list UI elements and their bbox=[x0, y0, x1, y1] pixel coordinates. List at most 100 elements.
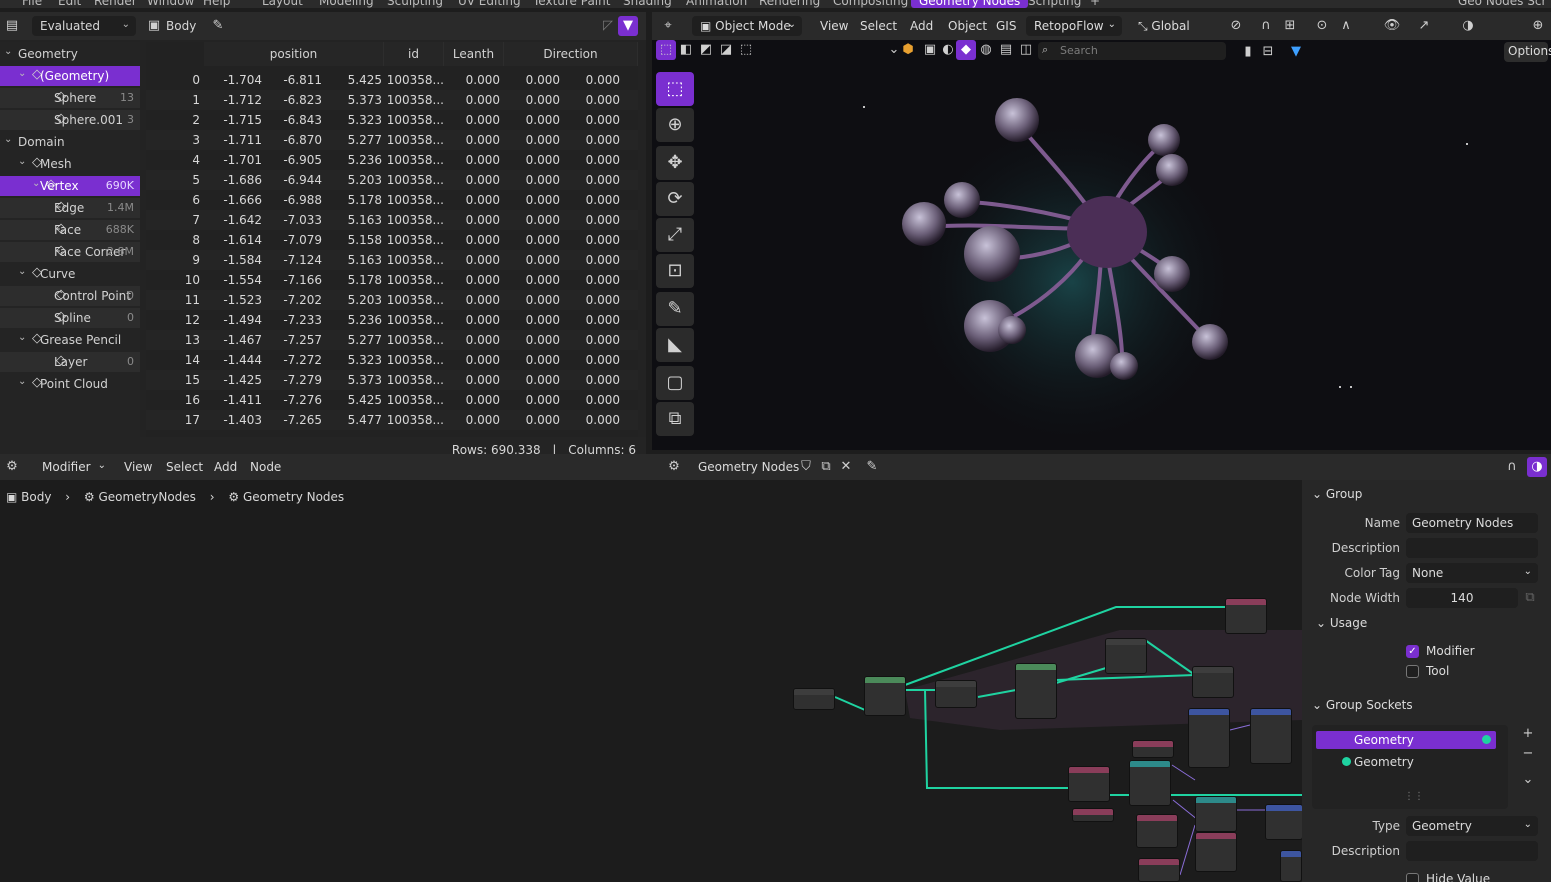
description-field[interactable] bbox=[1406, 538, 1538, 558]
type-dropdown[interactable]: Geometry ⌄ bbox=[1406, 816, 1538, 836]
workspace-tab-animation[interactable]: Animation bbox=[686, 0, 747, 8]
options-button[interactable]: Options bbox=[1504, 42, 1551, 62]
position-node[interactable] bbox=[1132, 740, 1174, 758]
menu-view[interactable]: View bbox=[116, 457, 160, 477]
column-header-direction[interactable]: Direction bbox=[504, 42, 638, 66]
snap-mode-icon[interactable]: ⊞ bbox=[1280, 16, 1300, 36]
node-group-node[interactable] bbox=[1015, 663, 1057, 719]
proportional-icon[interactable]: ⊙ bbox=[1312, 16, 1332, 36]
editor-type-icon[interactable]: ⌖ bbox=[658, 16, 678, 36]
measure-tool-icon[interactable]: ◣ bbox=[656, 328, 694, 362]
menu-help[interactable]: Help bbox=[203, 0, 230, 8]
editor-type-icon[interactable]: ⚙ bbox=[2, 457, 22, 477]
mix-node[interactable] bbox=[1188, 708, 1230, 768]
duplicate-icon[interactable]: ⧉ bbox=[816, 457, 836, 477]
object-type-curve-icon[interactable]: ◐ bbox=[938, 40, 958, 60]
table-row[interactable]: 12 -1.494 -7.233 5.236 100358... 0.000 0.000 0.… bbox=[146, 310, 638, 330]
material-icon[interactable]: ⬢ bbox=[898, 40, 918, 60]
menu-object[interactable]: Object bbox=[940, 16, 995, 36]
socket-description-field[interactable] bbox=[1406, 841, 1538, 861]
remove-socket-icon[interactable]: − bbox=[1518, 744, 1538, 764]
overlay-icon[interactable]: ◑ bbox=[1527, 457, 1547, 477]
tree-item[interactable]: ⌄ ◇ Vertex 690K bbox=[0, 176, 140, 196]
shading-wireframe-icon[interactable]: ⊕ bbox=[1528, 16, 1548, 36]
socket-item-input[interactable]: Geometry bbox=[1316, 753, 1496, 771]
table-row[interactable]: 13 -1.467 -7.257 5.277 100358... 0.000 0.000 0.… bbox=[146, 330, 638, 350]
menu-node[interactable]: Node bbox=[242, 457, 289, 477]
filter-selected-icon[interactable]: ◸ bbox=[598, 16, 618, 36]
tree-item[interactable]: ◇ Control Point 0 bbox=[0, 286, 140, 306]
falloff-icon[interactable]: ∧ bbox=[1336, 16, 1356, 36]
modifier-checkbox[interactable]: ✓ bbox=[1406, 645, 1419, 658]
select-box-icon[interactable]: ⬚ bbox=[656, 40, 676, 60]
sockets-section-header[interactable]: ⌄ Group Sockets bbox=[1312, 698, 1413, 712]
hide-value-checkbox[interactable] bbox=[1406, 873, 1419, 882]
repeat-node[interactable] bbox=[1192, 666, 1234, 698]
pin-icon[interactable]: ✎ bbox=[862, 457, 882, 477]
workspace-tab-compositing[interactable]: Compositing bbox=[833, 0, 908, 8]
select-tool-icon[interactable]: ⬚ bbox=[656, 72, 694, 106]
table-row[interactable]: 17 -1.403 -7.265 5.477 100358... 0.000 0.000 0.… bbox=[146, 410, 638, 430]
chevron-down-icon[interactable]: ⌄ bbox=[18, 156, 26, 167]
overlay-icon[interactable]: ◑ bbox=[1458, 16, 1478, 36]
named-attribute-node-3[interactable] bbox=[1136, 814, 1178, 848]
tree-item[interactable]: ⌄ ◇ Grease Pencil bbox=[0, 330, 140, 350]
select-subtract-icon[interactable]: ◩ bbox=[696, 40, 716, 60]
node-mode-dropdown[interactable]: Modifier ⌄ bbox=[34, 457, 110, 477]
tree-item[interactable]: ◇ Face 688K bbox=[0, 220, 140, 240]
tree-item[interactable]: ◇ Sphere 13 bbox=[0, 88, 140, 108]
transform-pivot-tool-icon[interactable]: ⧉ bbox=[656, 402, 694, 436]
menu-select[interactable]: Select bbox=[852, 16, 905, 36]
menu-window[interactable]: Window bbox=[147, 0, 194, 8]
table-row[interactable]: 3 -1.711 -6.870 5.277 100358... 0.000 0.000 0.0… bbox=[146, 130, 638, 150]
table-row[interactable]: 9 -1.584 -7.124 5.163 100358... 0.000 0.000 0.0… bbox=[146, 250, 638, 270]
rotate-tool-icon[interactable]: ⟳ bbox=[656, 182, 694, 216]
offset-point-node[interactable] bbox=[1068, 766, 1110, 802]
table-row[interactable]: 6 -1.666 -6.988 5.178 100358... 0.000 0.000 0.0… bbox=[146, 190, 638, 210]
named-attribute-node-4[interactable] bbox=[1195, 832, 1237, 872]
chevron-down-icon[interactable]: ⌄ bbox=[4, 46, 12, 57]
column-header-position[interactable]: position bbox=[204, 42, 384, 66]
column-header-leanth[interactable]: Leanth bbox=[444, 42, 504, 66]
retopoflow-dropdown[interactable]: RetopoFlow ⌄ bbox=[1026, 16, 1122, 36]
menu-file[interactable]: File bbox=[22, 0, 42, 8]
rotate-vector-node[interactable] bbox=[1195, 796, 1237, 832]
add-workspace-button[interactable]: + bbox=[1090, 0, 1100, 8]
chevron-down-icon[interactable]: ⌄ bbox=[4, 134, 12, 145]
position-node-2[interactable] bbox=[1072, 808, 1114, 822]
filter-funnel-icon[interactable]: ▼ bbox=[618, 16, 638, 36]
tree-item[interactable]: ◇ Spline 0 bbox=[0, 308, 140, 328]
node-tree-name[interactable]: Geometry Nodes bbox=[690, 457, 807, 477]
menu-view[interactable]: View bbox=[812, 16, 856, 36]
tree-item[interactable]: ◇ Edge 1.4M bbox=[0, 198, 140, 218]
menu-add[interactable]: Add bbox=[206, 457, 245, 477]
evaluation-dropdown[interactable]: Evaluated ⌄ bbox=[32, 16, 136, 36]
chevron-down-icon[interactable]: ⌄ bbox=[18, 266, 26, 277]
tree-item[interactable]: ◇ Sphere.001 3 bbox=[0, 110, 140, 130]
layout-icon[interactable]: ⊟ bbox=[1258, 42, 1278, 62]
chevron-down-icon[interactable]: ⌄ bbox=[18, 376, 26, 387]
table-row[interactable]: 0 -1.704 -6.811 5.425 100358... 0.000 0.000 0.0… bbox=[146, 70, 638, 90]
chevron-down-icon[interactable]: ⌄ bbox=[18, 68, 26, 79]
workspace-tab-scripting[interactable]: Scripting bbox=[1028, 0, 1081, 8]
table-row[interactable]: 15 -1.425 -7.279 5.373 100358... 0.000 0.000 0.… bbox=[146, 370, 638, 390]
close-icon[interactable]: ✕ bbox=[836, 457, 856, 477]
table-row[interactable]: 8 -1.614 -7.079 5.158 100358... 0.000 0.000 0.0… bbox=[146, 230, 638, 250]
workspace-tab-sculpting[interactable]: Sculpting bbox=[387, 0, 443, 8]
tree-item[interactable]: ⌄ ◇ Curve bbox=[0, 264, 140, 284]
workspace-tab-shading[interactable]: Shading bbox=[623, 0, 672, 8]
annotate-tool-icon[interactable]: ✎ bbox=[656, 292, 694, 326]
group-input-node[interactable] bbox=[793, 688, 835, 710]
fake-user-shield-icon[interactable]: ⛉ bbox=[796, 457, 816, 477]
table-row[interactable]: 1 -1.712 -6.823 5.373 100358... 0.000 0.000 0.0… bbox=[146, 90, 638, 110]
usage-section-header[interactable]: ⌄ Usage bbox=[1316, 616, 1367, 630]
node-canvas[interactable]: ▣ Body › ⚙ GeometryNodes › ⚙ Geometry No… bbox=[0, 480, 1302, 882]
visibility-icon[interactable]: 👁 bbox=[1382, 16, 1402, 36]
workspace-tab-uv-editing[interactable]: UV Editing bbox=[458, 0, 521, 8]
mode-dropdown[interactable]: ▣ Object Mode ⌄ bbox=[692, 16, 802, 36]
menu-add[interactable]: Add bbox=[902, 16, 941, 36]
table-row[interactable]: 11 -1.523 -7.202 5.203 100358... 0.000 0.000 0.… bbox=[146, 290, 638, 310]
filter-icon[interactable]: ▼ bbox=[1286, 42, 1306, 62]
named-attribute-node[interactable] bbox=[864, 676, 906, 716]
editor-type-icon[interactable]: ▤ bbox=[2, 16, 22, 36]
